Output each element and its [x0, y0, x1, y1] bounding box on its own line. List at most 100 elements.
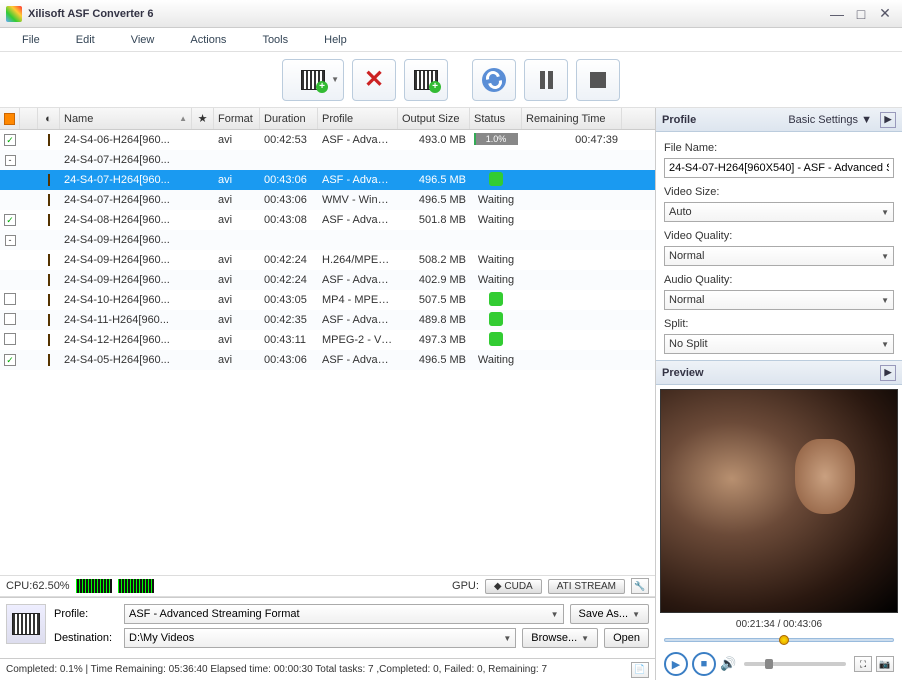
report-button[interactable]: 📄 [631, 662, 649, 678]
menu-tools[interactable]: Tools [244, 30, 306, 50]
table-row[interactable]: 24-S4-10-H264[960...avi00:43:05MP4 - MPE… [0, 290, 655, 310]
table-row[interactable]: 24-S4-09-H264[960...avi00:42:24H.264/MPE… [0, 250, 655, 270]
table-row[interactable]: - 24-S4-09-H264[960... [0, 230, 655, 250]
row-name: 24-S4-12-H264[960... [60, 334, 192, 346]
app-logo-icon [6, 6, 22, 22]
split-label: Split: [664, 318, 894, 330]
table-row[interactable]: 24-S4-07-H264[960...avi00:43:06ASF - Adv… [0, 170, 655, 190]
destination-label: Destination: [54, 632, 118, 644]
film-icon [48, 174, 50, 186]
table-row[interactable]: 24-S4-07-H264[960...avi00:43:06WMV - Win… [0, 190, 655, 210]
volume-slider[interactable] [744, 662, 846, 666]
browse-button[interactable]: Browse... [522, 628, 598, 648]
ready-icon [489, 172, 503, 186]
row-checkbox[interactable] [4, 333, 16, 345]
tree-toggle[interactable]: - [5, 235, 16, 246]
menu-help[interactable]: Help [306, 30, 365, 50]
app-title: Xilisoft ASF Converter 6 [28, 8, 824, 20]
table-row[interactable]: 24-S4-05-H264[960...avi00:43:06ASF - Adv… [0, 350, 655, 370]
minimize-button[interactable]: — [826, 5, 848, 23]
row-name: 24-S4-07-H264[960... [60, 194, 192, 206]
destination-select[interactable]: D:\My Videos [124, 628, 516, 648]
file-list[interactable]: 24-S4-06-H264[960...avi00:42:53ASF - Adv… [0, 130, 655, 575]
add-output-button[interactable] [404, 59, 448, 101]
preview-seek-slider[interactable] [664, 634, 894, 646]
row-name: 24-S4-07-H264[960... [60, 174, 192, 186]
split-select[interactable]: No Split [664, 334, 894, 354]
preview-time: 00:21:34 / 00:43:06 [656, 617, 902, 632]
table-row[interactable]: 24-S4-12-H264[960...avi00:43:11MPEG-2 - … [0, 330, 655, 350]
stop-button[interactable] [576, 59, 620, 101]
col-status[interactable]: Status [470, 108, 522, 129]
menubar: File Edit View Actions Tools Help [0, 28, 902, 52]
play-button[interactable]: ▶ [664, 652, 688, 676]
close-button[interactable]: ✕ [874, 5, 896, 23]
statusbar: Completed: 0.1% | Time Remaining: 05:36:… [0, 658, 655, 680]
profile-panel-body: File Name: Video Size: Auto Video Qualit… [656, 132, 902, 360]
row-name: 24-S4-07-H264[960... [60, 154, 192, 166]
bottom-panel: Profile: ASF - Advanced Streaming Format… [0, 597, 655, 658]
col-profile[interactable]: Profile [318, 108, 398, 129]
videoquality-select[interactable]: Normal [664, 246, 894, 266]
table-row[interactable]: 24-S4-09-H264[960...avi00:42:24ASF - Adv… [0, 270, 655, 290]
gpu-settings-button[interactable]: 🔧 [631, 578, 649, 594]
table-row[interactable]: 24-S4-06-H264[960...avi00:42:53ASF - Adv… [0, 130, 655, 150]
open-button[interactable]: Open [604, 628, 649, 648]
fullscreen-button[interactable]: ⛶ [854, 656, 872, 672]
col-duration[interactable]: Duration [260, 108, 318, 129]
videosize-select[interactable]: Auto [664, 202, 894, 222]
pause-icon [540, 71, 553, 89]
col-star[interactable]: ★ [192, 108, 214, 129]
snapshot-button[interactable]: 📷 [876, 656, 894, 672]
col-output-size[interactable]: Output Size [398, 108, 470, 129]
collapse-preview-button[interactable]: ▶ [880, 365, 896, 381]
ready-icon [489, 292, 503, 306]
film-icon [48, 314, 50, 326]
row-checkbox[interactable] [4, 293, 16, 305]
menu-edit[interactable]: Edit [58, 30, 113, 50]
row-checkbox[interactable] [4, 214, 16, 226]
add-file-button[interactable]: ▼ [282, 59, 344, 101]
stop-preview-button[interactable]: ■ [692, 652, 716, 676]
menu-file[interactable]: File [4, 30, 58, 50]
maximize-button[interactable]: □ [850, 5, 872, 23]
toolbar: ▼ ✕ [0, 52, 902, 108]
ati-badge[interactable]: ATI STREAM [548, 579, 625, 594]
remove-button[interactable]: ✕ [352, 59, 396, 101]
saveas-button[interactable]: Save As... [570, 604, 649, 624]
col-name[interactable]: Name▲ [60, 108, 192, 129]
row-name: 24-S4-09-H264[960... [60, 234, 192, 246]
row-name: 24-S4-10-H264[960... [60, 294, 192, 306]
cpu-strip: CPU:62.50% GPU: ◆ CUDA ATI STREAM 🔧 [0, 575, 655, 597]
tree-toggle[interactable]: - [5, 155, 16, 166]
table-row[interactable]: 24-S4-11-H264[960...avi00:42:35ASF - Adv… [0, 310, 655, 330]
collapse-profile-button[interactable]: ▶ [880, 112, 896, 128]
volume-icon[interactable]: 🔊 [720, 656, 736, 672]
row-name: 24-S4-08-H264[960... [60, 214, 192, 226]
menu-view[interactable]: View [113, 30, 173, 50]
cuda-badge[interactable]: ◆ CUDA [485, 579, 542, 594]
audioquality-select[interactable]: Normal [664, 290, 894, 310]
convert-button[interactable] [472, 59, 516, 101]
basic-settings-toggle[interactable]: Basic Settings ▼ [784, 114, 876, 126]
videosize-label: Video Size: [664, 186, 894, 198]
preview-video[interactable] [660, 389, 898, 613]
table-row[interactable]: - 24-S4-07-H264[960... [0, 150, 655, 170]
film-plus-icon [414, 70, 438, 90]
profile-select[interactable]: ASF - Advanced Streaming Format [124, 604, 564, 624]
row-checkbox[interactable] [4, 354, 16, 366]
cpu-graph-icon [118, 579, 154, 593]
pause-button[interactable] [524, 59, 568, 101]
grid-header: ◐ Name▲ ★ Format Duration Profile Output… [0, 108, 655, 130]
menu-actions[interactable]: Actions [172, 30, 244, 50]
preview-title: Preview [662, 367, 704, 379]
col-format[interactable]: Format [214, 108, 260, 129]
select-all-checkbox[interactable] [4, 113, 15, 125]
table-row[interactable]: 24-S4-08-H264[960...avi00:43:08ASF - Adv… [0, 210, 655, 230]
preview-panel-header: Preview ▶ [656, 361, 902, 385]
col-remaining[interactable]: Remaining Time [522, 108, 622, 129]
row-checkbox[interactable] [4, 313, 16, 325]
filename-input[interactable] [664, 158, 894, 178]
row-checkbox[interactable] [4, 134, 16, 146]
videoquality-label: Video Quality: [664, 230, 894, 242]
